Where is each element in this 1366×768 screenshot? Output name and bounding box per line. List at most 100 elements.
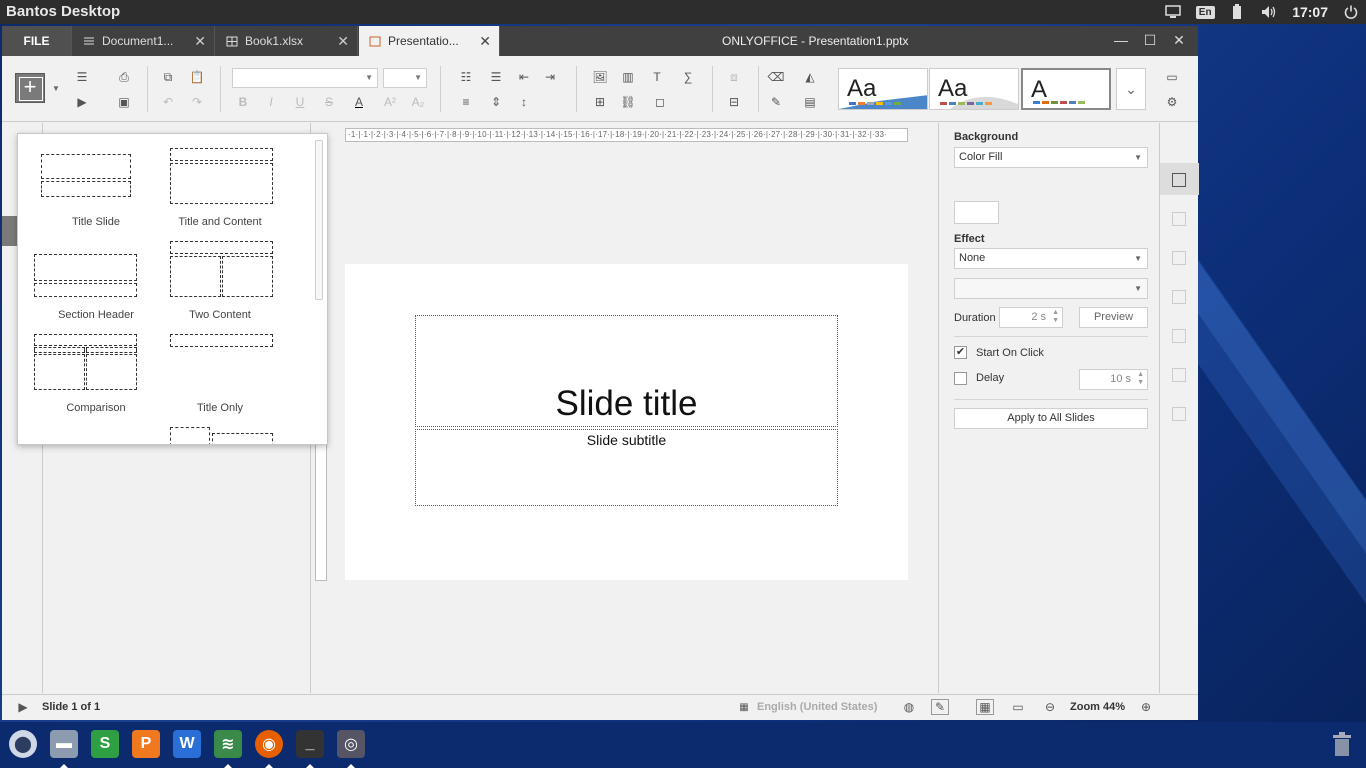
zoom-in-icon[interactable]: ⊕ [1137, 699, 1155, 715]
more-themes-button[interactable]: ⌄ [1116, 68, 1146, 110]
background-fill-select[interactable]: Color Fill ▼ [954, 147, 1148, 168]
layout-comparison[interactable]: Comparison [31, 330, 151, 418]
spinner-arrows-icon[interactable]: ▲ ▼ [1052, 309, 1059, 325]
insert-link-icon[interactable]: ⛓ [618, 93, 638, 111]
subscript-icon[interactable]: A₂ [408, 93, 428, 111]
minimize-button[interactable]: — [1112, 32, 1130, 48]
layout-title-only[interactable]: Title Only [155, 330, 275, 418]
close-icon[interactable]: ✕ [194, 33, 206, 50]
volume-icon[interactable] [1260, 4, 1278, 20]
spinner-arrows-icon[interactable]: ▲ ▼ [1137, 371, 1144, 387]
battery-icon[interactable] [1228, 4, 1246, 20]
tab-document[interactable]: Document1... ✕ [73, 26, 215, 56]
increase-indent-icon[interactable]: ⇥ [540, 68, 560, 86]
theme-option-2[interactable]: Aa [929, 68, 1019, 110]
view-settings-icon[interactable]: ▭ [1162, 68, 1182, 86]
tab-presentation[interactable]: Presentatio... ✕ [359, 26, 500, 56]
insert-textbox-icon[interactable]: T [647, 68, 667, 86]
spreadsheet-app-icon[interactable]: S [91, 730, 119, 758]
background-color-swatch[interactable] [954, 201, 999, 224]
terminal-icon[interactable]: _ [296, 730, 324, 758]
font-size-select[interactable]: ▼ [383, 68, 427, 88]
chart-settings-icon[interactable] [1172, 368, 1186, 382]
vertical-align-icon[interactable]: ⇕ [486, 93, 506, 111]
close-icon[interactable]: ✕ [337, 33, 349, 50]
decrease-indent-icon[interactable]: ⇤ [514, 68, 534, 86]
italic-icon[interactable]: I [261, 93, 281, 111]
zoom-out-icon[interactable]: ⊖ [1041, 699, 1059, 715]
shape-settings-icon[interactable] [1172, 212, 1186, 226]
keyboard-layout-indicator[interactable]: En [1195, 4, 1215, 20]
trash-icon[interactable] [1328, 730, 1356, 758]
numbered-list-icon[interactable]: ☰ [486, 68, 506, 86]
change-layout-icon[interactable]: ☰ [72, 68, 92, 86]
undo-icon[interactable]: ↶ [158, 93, 178, 111]
close-icon[interactable]: ✕ [479, 33, 491, 50]
arrange-icon[interactable]: ⧈ [724, 68, 744, 86]
fit-width-icon[interactable]: ▭ [1009, 699, 1027, 715]
display-icon[interactable] [1164, 4, 1182, 20]
align-left-icon[interactable]: ≡ [456, 93, 476, 111]
theme-option-1[interactable]: Aa [838, 68, 928, 110]
slide-size-icon[interactable]: ▤ [800, 93, 820, 111]
insert-image-icon[interactable]: 🖼 [590, 68, 610, 86]
chevron-down-icon[interactable]: ▼ [52, 84, 60, 93]
horizontal-ruler[interactable]: ·1·|·1·|·2·|·3·|·4·|·5·|·6·|·7·|·8·|·9·|… [345, 128, 908, 142]
underline-icon[interactable]: U [290, 93, 310, 111]
start-on-click-checkbox[interactable]: ✔ [954, 346, 967, 359]
play-slideshow-icon[interactable]: ▶ [14, 699, 32, 715]
delay-checkbox[interactable] [954, 372, 967, 385]
slide-subtitle[interactable]: Slide subtitle [416, 432, 837, 448]
text-settings-icon[interactable] [1172, 290, 1186, 304]
effect-type-select[interactable]: ▼ [954, 278, 1148, 299]
copy-icon[interactable]: ⧉ [158, 68, 178, 86]
tab-spreadsheet[interactable]: Book1.xlsx ✕ [216, 26, 358, 56]
font-color-icon[interactable]: A [349, 93, 369, 111]
globe-icon[interactable]: ◍ [900, 699, 918, 715]
layout-menu-scrollbar[interactable] [315, 140, 323, 300]
start-slideshow-icon[interactable]: ▶ [72, 93, 92, 111]
subtitle-placeholder[interactable]: Slide subtitle [415, 429, 838, 506]
onlyoffice-icon[interactable]: ≋ [214, 730, 242, 758]
maximize-button[interactable]: ☐ [1141, 32, 1159, 49]
insert-chart-icon[interactable]: ▥ [618, 68, 638, 86]
preview-button[interactable]: Preview [1079, 307, 1148, 328]
insert-shape-icon[interactable]: ◻ [650, 93, 670, 111]
duration-input[interactable]: 2 s ▲ ▼ [999, 307, 1063, 328]
strikethrough-icon[interactable]: S [319, 93, 339, 111]
clear-style-icon[interactable]: ⌫ [766, 68, 786, 86]
launcher-icon[interactable]: ⬤ [9, 730, 37, 758]
firefox-icon[interactable]: ◉ [255, 730, 283, 758]
language-selector[interactable]: English (United States) [757, 701, 877, 713]
theme-option-3[interactable]: A [1021, 68, 1111, 110]
fit-slide-icon[interactable]: ▦ [976, 699, 994, 715]
bullet-list-icon[interactable]: ☷ [456, 68, 476, 86]
layout-partial-item[interactable] [155, 423, 275, 444]
layout-section-header[interactable]: Section Header [31, 237, 151, 325]
table-settings-icon[interactable] [1172, 329, 1186, 343]
gear-icon[interactable]: ⚙ [1162, 93, 1182, 111]
copy-style-icon[interactable]: ✎ [766, 93, 786, 111]
color-scheme-icon[interactable]: ◭ [800, 68, 820, 86]
apply-to-all-slides-button[interactable]: Apply to All Slides [954, 408, 1148, 429]
bold-icon[interactable]: B [233, 93, 253, 111]
title-placeholder[interactable]: Slide title [415, 315, 838, 427]
redo-icon[interactable]: ↷ [187, 93, 207, 111]
close-window-button[interactable]: ✕ [1170, 32, 1188, 49]
slide-title[interactable]: Slide title [416, 384, 837, 424]
effect-select[interactable]: None ▼ [954, 248, 1148, 269]
font-name-select[interactable]: ▼ [232, 68, 378, 88]
paste-icon[interactable]: 📋 [187, 68, 207, 86]
save-icon[interactable]: ▣ [114, 93, 134, 111]
layout-title-and-content[interactable]: Title and Content [155, 144, 275, 232]
print-icon[interactable]: ⎙ [114, 68, 134, 86]
layout-title-slide[interactable]: Title Slide [31, 144, 151, 232]
power-icon[interactable] [1342, 4, 1360, 20]
writer-app-icon[interactable]: W [173, 730, 201, 758]
file-menu-tab[interactable]: FILE [2, 26, 72, 56]
slide-canvas[interactable]: Slide title Slide subtitle [345, 264, 908, 580]
insert-table-icon[interactable]: ⊞ [590, 93, 610, 111]
line-spacing-icon[interactable]: ↕ [514, 93, 534, 111]
image-settings-icon[interactable] [1172, 251, 1186, 265]
layout-two-content[interactable]: Two Content [155, 237, 275, 325]
